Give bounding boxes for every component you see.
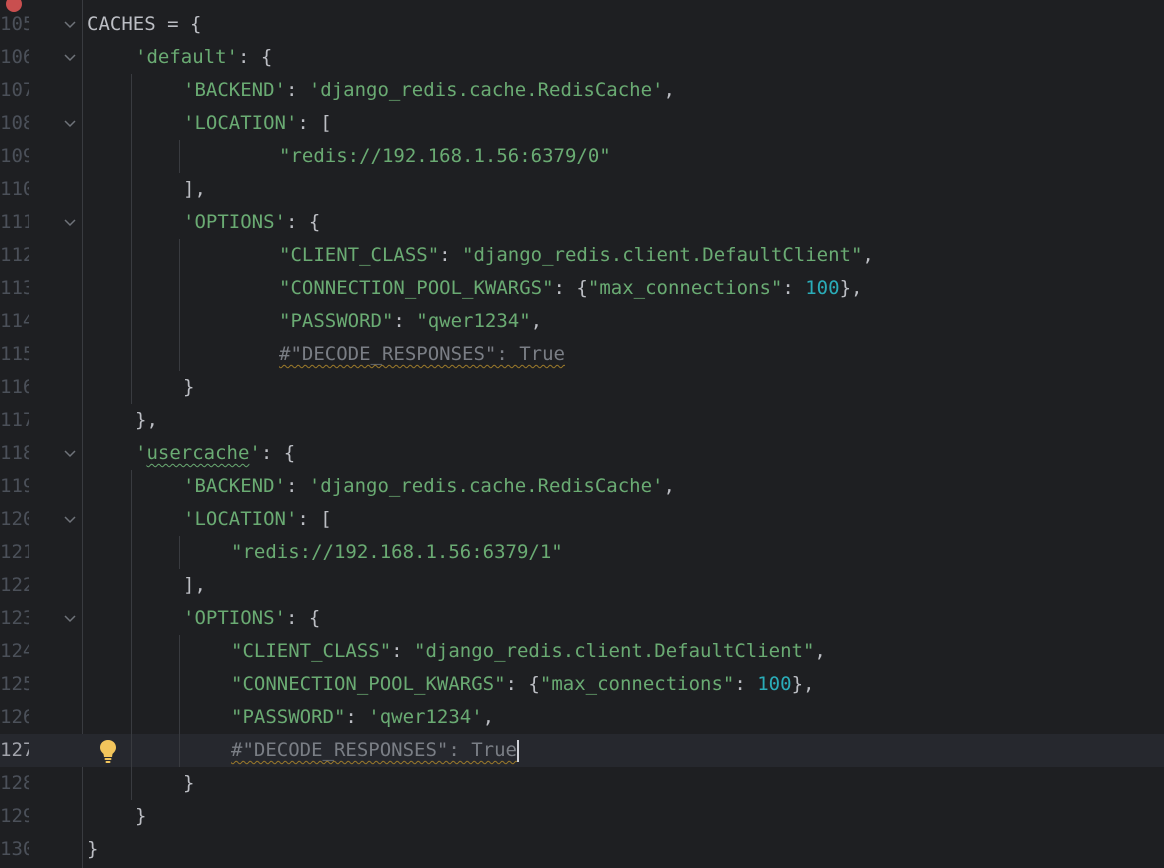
- indent-guide: [179, 536, 180, 569]
- line-number: 129: [0, 805, 29, 827]
- current-code-line[interactable]: 127 #"DECODE_RESPONSES": True: [0, 734, 1164, 767]
- line-number: 127: [0, 739, 29, 761]
- code-text: 'LOCATION': [: [183, 112, 332, 134]
- line-number: 106: [0, 46, 29, 68]
- line-number: 123: [0, 607, 29, 629]
- line-number: 111: [0, 211, 29, 233]
- chevron-down-icon[interactable]: [63, 612, 77, 626]
- code-line[interactable]: 119 'BACKEND': 'django_redis.cache.Redis…: [0, 470, 1164, 503]
- code-line[interactable]: 124 "CLIENT_CLASS": "django_redis.client…: [0, 635, 1164, 668]
- code-line[interactable]: 123 'OPTIONS': {: [0, 602, 1164, 635]
- code-line[interactable]: 126 "PASSWORD": 'qwer1234',: [0, 701, 1164, 734]
- line-number: 105: [0, 13, 29, 35]
- line-number: 119: [0, 475, 29, 497]
- code-text: "CONNECTION_POOL_KWARGS": {"max_connecti…: [231, 673, 815, 695]
- code-text: }: [135, 805, 147, 827]
- line-number: 121: [0, 541, 29, 563]
- indent-guide: [131, 74, 132, 404]
- line-number: 128: [0, 772, 29, 794]
- code-line[interactable]: 106 'default': {: [0, 41, 1164, 74]
- comment-text: #"DECODE_RESPONSES": True: [231, 739, 517, 761]
- code-line[interactable]: 115 #"DECODE_RESPONSES": True: [0, 338, 1164, 371]
- code-text: },: [135, 409, 158, 431]
- code-line[interactable]: 110 ],: [0, 173, 1164, 206]
- code-line[interactable]: 128 }: [0, 767, 1164, 800]
- code-text: #"DECODE_RESPONSES": True: [231, 734, 519, 767]
- line-number: 120: [0, 508, 29, 530]
- code-text: 'OPTIONS': {: [183, 211, 321, 233]
- line-number: 115: [0, 343, 29, 365]
- chevron-down-icon[interactable]: [63, 216, 77, 230]
- code-line[interactable]: 111 'OPTIONS': {: [0, 206, 1164, 239]
- line-number: 118: [0, 442, 29, 464]
- indent-guide: [131, 470, 132, 800]
- typo-word: usercache: [146, 442, 250, 464]
- code-text: }: [87, 838, 99, 860]
- code-line[interactable]: 129 }: [0, 800, 1164, 833]
- code-line[interactable]: 117 },: [0, 404, 1164, 437]
- code-text: }: [183, 376, 195, 398]
- indent-guide: [179, 635, 180, 767]
- code-text: 'LOCATION': [: [183, 508, 332, 530]
- line-number: 116: [0, 376, 29, 398]
- line-number: 130: [0, 838, 29, 860]
- indent-guide: [179, 140, 180, 173]
- code-line[interactable]: 120 'LOCATION': [: [0, 503, 1164, 536]
- code-line[interactable]: 112 "CLIENT_CLASS": "django_redis.client…: [0, 239, 1164, 272]
- code-text: "CLIENT_CLASS": "django_redis.client.Def…: [231, 640, 826, 662]
- line-number: 110: [0, 178, 29, 200]
- code-line[interactable]: 108 'LOCATION': [: [0, 107, 1164, 140]
- line-number: 113: [0, 277, 29, 299]
- code-text: 'default': {: [135, 46, 273, 68]
- line-number: 125: [0, 673, 29, 695]
- code-line[interactable]: 109 "redis://192.168.1.56:6379/0": [0, 140, 1164, 173]
- code-text: #"DECODE_RESPONSES": True: [279, 338, 565, 371]
- code-line[interactable]: 121 "redis://192.168.1.56:6379/1": [0, 536, 1164, 569]
- chevron-down-icon[interactable]: [63, 51, 77, 65]
- code-text: "CONNECTION_POOL_KWARGS": {"max_connecti…: [279, 277, 863, 299]
- indent-guide: [179, 239, 180, 371]
- line-number: 126: [0, 706, 29, 728]
- line-number: 122: [0, 574, 29, 596]
- code-line[interactable]: 125 "CONNECTION_POOL_KWARGS": {"max_conn…: [0, 668, 1164, 701]
- code-line[interactable]: 130 }: [0, 833, 1164, 866]
- code-text: "PASSWORD": 'qwer1234',: [231, 706, 495, 728]
- chevron-down-icon[interactable]: [63, 447, 77, 461]
- line-number: 109: [0, 145, 29, 167]
- comment-text: #"DECODE_RESPONSES": True: [279, 343, 565, 365]
- code-line[interactable]: 105 CACHES = {: [0, 0, 1164, 41]
- code-line[interactable]: 116 }: [0, 371, 1164, 404]
- code-text: 'BACKEND': 'django_redis.cache.RedisCach…: [183, 79, 675, 101]
- code-line[interactable]: 114 "PASSWORD": "qwer1234",: [0, 305, 1164, 338]
- code-line[interactable]: 122 ],: [0, 569, 1164, 602]
- code-text: "redis://192.168.1.56:6379/0": [279, 145, 611, 167]
- code-line[interactable]: 118 'usercache': {: [0, 437, 1164, 470]
- code-text: ],: [183, 178, 206, 200]
- chevron-down-icon[interactable]: [63, 18, 77, 32]
- code-text: ],: [183, 574, 206, 596]
- code-editor[interactable]: 105 CACHES = { 106 'default': { 107 'BAC…: [0, 0, 1164, 868]
- code-line[interactable]: 107 'BACKEND': 'django_redis.cache.Redis…: [0, 74, 1164, 107]
- line-number: 112: [0, 244, 29, 266]
- line-number: 124: [0, 640, 29, 662]
- code-text: }: [183, 772, 195, 794]
- code-text: "CLIENT_CLASS": "django_redis.client.Def…: [279, 244, 874, 266]
- line-number: 114: [0, 310, 29, 332]
- line-number: 107: [0, 79, 29, 101]
- chevron-down-icon[interactable]: [63, 513, 77, 527]
- code-text: 'usercache': {: [135, 442, 296, 464]
- line-number: 117: [0, 409, 29, 431]
- code-text: 'BACKEND': 'django_redis.cache.RedisCach…: [183, 475, 675, 497]
- code-text: "PASSWORD": "qwer1234",: [279, 310, 543, 332]
- code-line[interactable]: 113 "CONNECTION_POOL_KWARGS": {"max_conn…: [0, 272, 1164, 305]
- lightbulb-icon[interactable]: [97, 738, 119, 764]
- code-text: CACHES = {: [87, 13, 202, 35]
- text-caret: [516, 739, 519, 762]
- code-text: 'OPTIONS': {: [183, 607, 321, 629]
- code-text: "redis://192.168.1.56:6379/1": [231, 541, 563, 563]
- chevron-down-icon[interactable]: [63, 117, 77, 131]
- line-number: 108: [0, 112, 29, 134]
